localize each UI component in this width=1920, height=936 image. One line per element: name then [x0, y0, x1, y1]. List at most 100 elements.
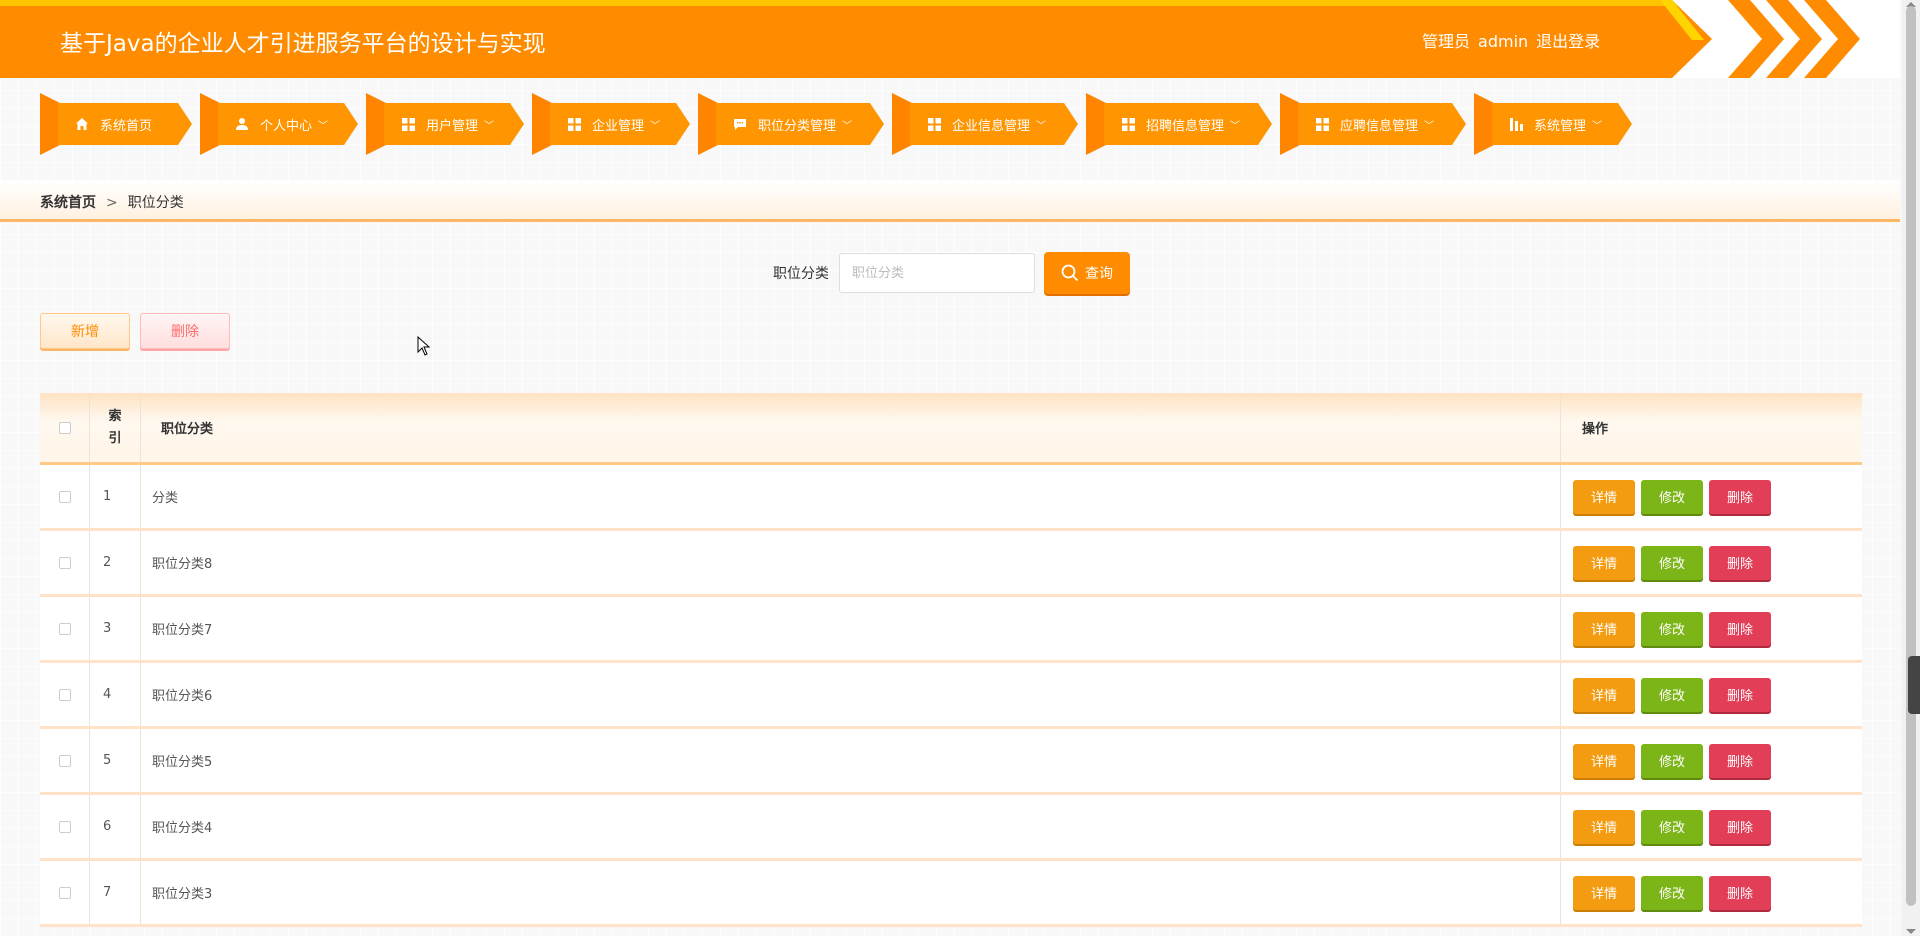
chevron-decoration — [1728, 0, 1784, 78]
edit-button[interactable]: 修改 — [1641, 479, 1703, 514]
delete-button[interactable]: 删除 — [1709, 875, 1771, 910]
nav-flag — [1280, 93, 1300, 155]
search-button[interactable]: 查询 — [1044, 252, 1130, 294]
nav-item-body: 招聘信息管理 ﹀ — [1104, 103, 1272, 145]
delete-button[interactable]: 删除 — [1709, 545, 1771, 580]
nav-item-company-info-management[interactable]: 企业信息管理 ﹀ — [892, 93, 1078, 155]
nav-flag — [366, 93, 386, 155]
add-button[interactable]: 新增 — [40, 313, 130, 349]
row-name: 职位分类8 — [141, 531, 1561, 594]
edit-button[interactable]: 修改 — [1641, 611, 1703, 646]
nav-item-job-category-management[interactable]: 职位分类管理 ﹀ — [698, 93, 884, 155]
main-nav: 系统首页 个人中心 ﹀ 用户管理 ﹀ 企业管理 ﹀ 职位分类管理 ﹀ 企业信息管… — [40, 93, 1640, 155]
grid-icon — [566, 116, 582, 132]
delete-button[interactable]: 删除 — [1709, 743, 1771, 778]
table-row: 1 分类 详情 修改 删除 — [40, 465, 1862, 531]
header-checkbox-cell — [40, 393, 90, 462]
delete-button[interactable]: 删除 — [1709, 611, 1771, 646]
table-row: 5 职位分类5 详情 修改 删除 — [40, 729, 1862, 795]
edit-button[interactable]: 修改 — [1641, 677, 1703, 712]
nav-item-label: 职位分类管理 — [758, 118, 837, 134]
row-checkbox-cell — [40, 597, 90, 660]
row-checkbox-cell — [40, 531, 90, 594]
nav-item-label: 用户管理 — [426, 118, 479, 134]
nav-item-body: 企业管理 ﹀ — [550, 103, 690, 145]
breadcrumb-home-link[interactable]: 系统首页 — [40, 195, 96, 211]
nav-item-label: 招聘信息管理 — [1146, 118, 1225, 134]
detail-button[interactable]: 详情 — [1573, 875, 1635, 910]
nav-item-personal-center[interactable]: 个人中心 ﹀ — [200, 93, 358, 155]
user-area: 管理员 admin 退出登录 — [1422, 28, 1608, 52]
edit-button[interactable]: 修改 — [1641, 875, 1703, 910]
table-row: 4 职位分类6 详情 修改 删除 — [40, 663, 1862, 729]
scroll-down-arrow-icon[interactable] — [1906, 929, 1916, 934]
logout-link[interactable]: 退出登录 — [1536, 32, 1600, 51]
chevron-down-icon: ﹀ — [1424, 120, 1435, 132]
scroll-thumb[interactable] — [1906, 6, 1916, 906]
nav-flag — [200, 93, 220, 155]
nav-item-body: 用户管理 ﹀ — [384, 103, 524, 145]
nav-item-user-management[interactable]: 用户管理 ﹀ — [366, 93, 524, 155]
row-checkbox[interactable] — [58, 622, 71, 635]
edit-button[interactable]: 修改 — [1641, 809, 1703, 844]
detail-button[interactable]: 详情 — [1573, 479, 1635, 514]
header-ops: 操作 — [1582, 422, 1609, 437]
detail-button[interactable]: 详情 — [1573, 809, 1635, 844]
edit-button[interactable]: 修改 — [1641, 743, 1703, 778]
nav-item-company-management[interactable]: 企业管理 ﹀ — [532, 93, 690, 155]
page-scrollbar[interactable] — [1902, 0, 1920, 936]
detail-button[interactable]: 详情 — [1573, 677, 1635, 712]
nav-flag — [532, 93, 552, 155]
nav-item-body: 系统管理 ﹀ — [1492, 103, 1632, 145]
user-role: 管理员 — [1422, 32, 1471, 51]
batch-delete-button[interactable]: 删除 — [140, 313, 230, 349]
select-all-checkbox[interactable] — [58, 421, 71, 434]
nav-item-system-management[interactable]: 系统管理 ﹀ — [1474, 93, 1632, 155]
delete-button[interactable]: 删除 — [1709, 809, 1771, 844]
breadcrumb-bar: 系统首页 > 职位分类 — [0, 180, 1900, 222]
nav-item-home[interactable]: 系统首页 — [40, 93, 192, 155]
row-index: 7 — [90, 861, 141, 924]
chat-icon — [732, 116, 748, 132]
row-checkbox[interactable] — [58, 820, 71, 833]
row-checkbox-cell — [40, 861, 90, 924]
row-checkbox[interactable] — [58, 754, 71, 767]
nav-item-body: 企业信息管理 ﹀ — [910, 103, 1078, 145]
nav-item-label: 个人中心 — [260, 118, 313, 134]
search-label: 职位分类 — [773, 266, 829, 282]
header: 基于Java的企业人才引进服务平台的设计与实现 管理员 admin 退出登录 — [0, 0, 1900, 78]
nav-item-recruitment-info-management[interactable]: 招聘信息管理 ﹀ — [1086, 93, 1272, 155]
row-checkbox-cell — [40, 795, 90, 858]
nav-item-label: 系统首页 — [100, 118, 153, 134]
nav-item-label: 企业信息管理 — [952, 118, 1031, 134]
breadcrumb-separator: > — [106, 195, 118, 211]
side-drawer-tab[interactable] — [1908, 656, 1920, 714]
row-checkbox[interactable] — [58, 490, 71, 503]
nav-flag — [1474, 93, 1494, 155]
edit-button[interactable]: 修改 — [1641, 545, 1703, 580]
table-row: 2 职位分类8 详情 修改 删除 — [40, 531, 1862, 597]
delete-button[interactable]: 删除 — [1709, 479, 1771, 514]
breadcrumb-current: 职位分类 — [127, 195, 184, 211]
mouse-cursor-icon — [417, 335, 431, 360]
username: admin — [1478, 32, 1529, 51]
nav-item-label: 应聘信息管理 — [1340, 118, 1419, 134]
chevron-down-icon: ﹀ — [1036, 120, 1047, 132]
nav-item-application-info-management[interactable]: 应聘信息管理 ﹀ — [1280, 93, 1466, 155]
row-checkbox[interactable] — [58, 688, 71, 701]
nav-item-body: 个人中心 ﹀ — [218, 103, 358, 145]
detail-button[interactable]: 详情 — [1573, 545, 1635, 580]
row-index: 5 — [90, 729, 141, 792]
header-chevrons-decoration — [1728, 0, 1868, 78]
row-checkbox-cell — [40, 729, 90, 792]
row-name: 职位分类3 — [141, 861, 1561, 924]
row-checkbox[interactable] — [58, 886, 71, 899]
row-name: 职位分类6 — [141, 663, 1561, 726]
row-index: 2 — [90, 531, 141, 594]
search-input[interactable] — [839, 253, 1035, 293]
detail-button[interactable]: 详情 — [1573, 743, 1635, 778]
delete-button[interactable]: 删除 — [1709, 677, 1771, 712]
row-checkbox[interactable] — [58, 556, 71, 569]
detail-button[interactable]: 详情 — [1573, 611, 1635, 646]
breadcrumb: 系统首页 > 职位分类 — [40, 192, 184, 212]
